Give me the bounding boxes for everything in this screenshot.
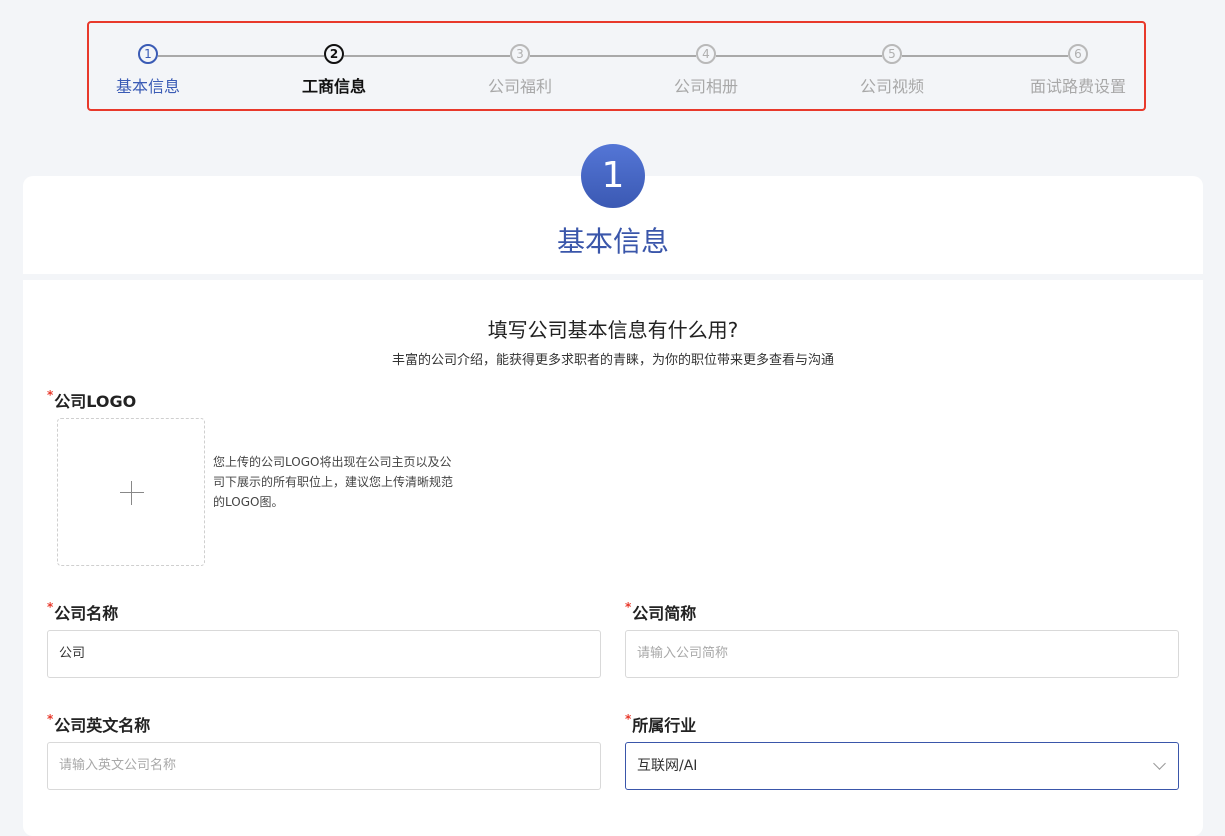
logo-label: *公司LOGO: [47, 388, 137, 411]
step-video[interactable]: 5 公司视频: [822, 44, 962, 97]
section-number-badge: 1: [581, 144, 645, 208]
section-title: 基本信息: [556, 225, 669, 258]
section-divider: [23, 274, 1203, 280]
short-name-label: *公司简称: [625, 600, 697, 623]
english-name-label: *公司英文名称: [47, 712, 151, 735]
required-mark: *: [625, 600, 632, 614]
step-business-info[interactable]: 2 工商信息: [264, 44, 404, 97]
logo-hint: 您上传的公司LOGO将出现在公司主页以及公司下展示的所有职位上，建议您上传清晰规…: [213, 455, 454, 509]
step-label: 公司福利: [487, 77, 552, 96]
company-name-input[interactable]: 公司: [47, 630, 601, 678]
intro-title: 填写公司基本信息有什么用?: [487, 318, 739, 342]
english-name-input[interactable]: 请输入英文公司名称: [47, 742, 601, 790]
company-name-label: *公司名称: [47, 600, 119, 623]
step-number: 1: [138, 44, 158, 64]
chevron-down-icon: [1153, 757, 1166, 770]
required-mark: *: [625, 712, 632, 726]
step-number: 3: [510, 44, 530, 64]
step-number: 2: [324, 44, 344, 64]
intro-subtitle: 丰富的公司介绍，能获得更多求职者的青睐，为你的职位带来更多查看与沟通: [391, 353, 834, 368]
industry-value: 互联网/AI: [637, 758, 698, 774]
industry-label: *所属行业: [625, 712, 697, 735]
required-mark: *: [47, 600, 54, 614]
step-interview-travel[interactable]: 6 面试路费设置: [1008, 44, 1148, 97]
short-name-input[interactable]: 请输入公司简称: [625, 630, 1179, 678]
step-label: 面试路费设置: [1029, 77, 1126, 96]
step-benefits[interactable]: 3 公司福利: [450, 44, 590, 97]
step-number: 5: [882, 44, 902, 64]
plus-icon: [120, 492, 144, 493]
step-label: 公司视频: [859, 77, 924, 96]
steps-highlight-frame: [87, 21, 1146, 111]
step-label: 基本信息: [115, 77, 180, 96]
step-basic-info[interactable]: 1 基本信息: [78, 44, 218, 97]
step-number: 4: [696, 44, 716, 64]
required-mark: *: [47, 388, 54, 402]
logo-upload[interactable]: [57, 418, 205, 566]
step-label: 工商信息: [301, 77, 366, 96]
step-album[interactable]: 4 公司相册: [636, 44, 776, 97]
required-mark: *: [47, 712, 54, 726]
step-label: 公司相册: [673, 77, 738, 96]
plus-icon: [131, 481, 132, 505]
step-number: 6: [1068, 44, 1088, 64]
industry-select[interactable]: 互联网/AI: [625, 742, 1179, 790]
